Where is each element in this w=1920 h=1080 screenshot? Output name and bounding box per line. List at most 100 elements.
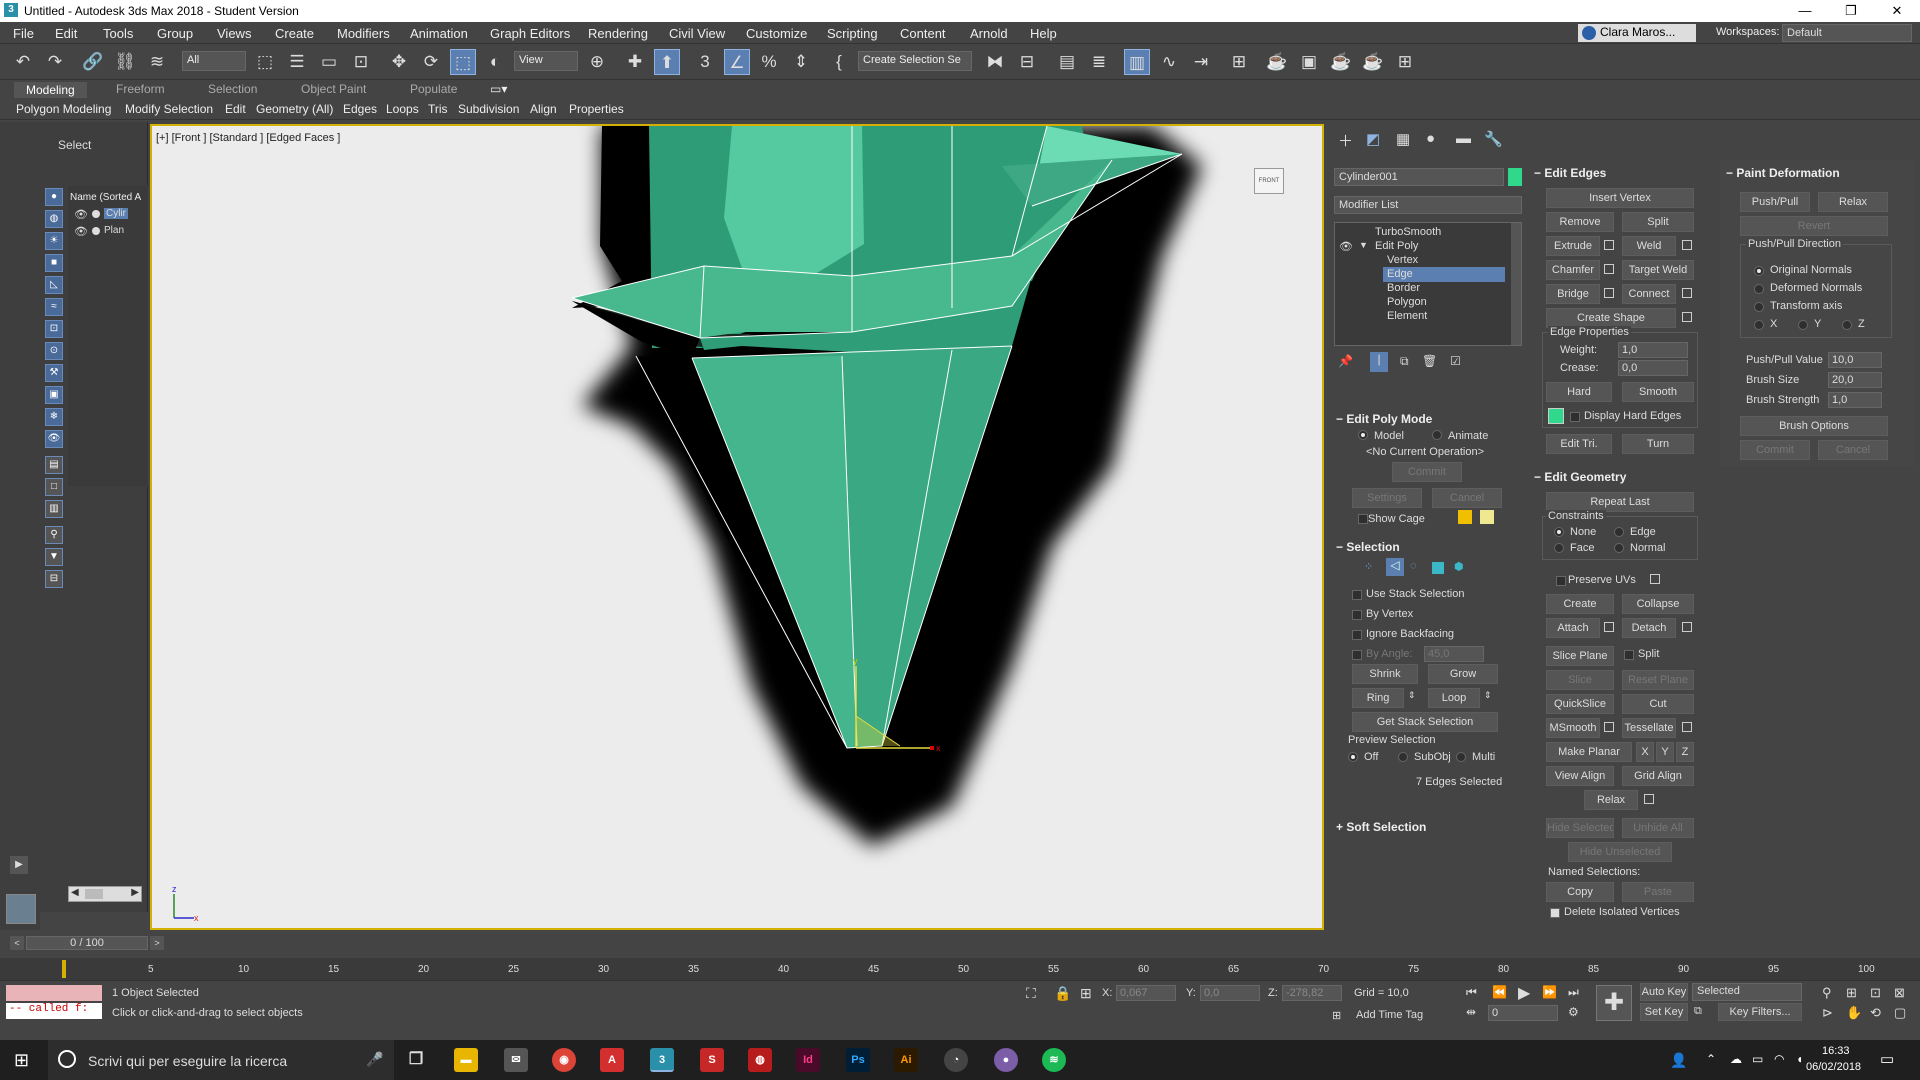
preview-off-radio[interactable] [1348, 752, 1358, 762]
visibility-eye-icon[interactable]: 👁 [74, 225, 88, 238]
z-coord-field[interactable]: -278,82 [1282, 985, 1342, 1001]
align-icon[interactable]: ⊟ [1014, 49, 1040, 75]
msmooth-button[interactable]: MSmooth [1546, 718, 1600, 738]
goto-end-icon[interactable]: ⏭ [1568, 985, 1579, 1000]
weld-settings-icon[interactable] [1682, 240, 1692, 250]
insert-vertex-button[interactable]: Insert Vertex [1546, 188, 1694, 208]
rect-selection-icon[interactable]: ▭ [316, 49, 342, 75]
scroll-thumb[interactable] [85, 889, 103, 899]
autocad-icon[interactable]: A [600, 1048, 624, 1072]
clock-time[interactable]: 16:33 [1822, 1045, 1850, 1057]
object-name-field[interactable]: Cylinder001 [1334, 168, 1504, 186]
create-button[interactable]: Create [1546, 594, 1614, 614]
expand-icon[interactable]: ▶ [10, 856, 28, 874]
windows-start-icon[interactable]: ⊞ [14, 1050, 34, 1070]
object-color-swatch[interactable] [1508, 168, 1522, 186]
modifier-list-dropdown[interactable]: Modifier List [1334, 196, 1522, 214]
filter-hidden-icon[interactable]: 👁 [45, 430, 63, 448]
select-by-name-icon[interactable]: ☰ [284, 49, 310, 75]
reference-coord-dropdown[interactable]: View [514, 51, 578, 71]
scroll-right-icon[interactable]: ▶ [131, 887, 139, 898]
animate-radio[interactable] [1432, 430, 1442, 440]
constraint-none-radio[interactable] [1554, 527, 1564, 537]
battery-icon[interactable]: ▭ [1752, 1052, 1763, 1066]
paint-deformation-header[interactable]: − Paint Deformation [1726, 166, 1840, 180]
target-weld-button[interactable]: Target Weld [1622, 260, 1694, 280]
filter-helpers-icon[interactable]: ◺ [45, 276, 63, 294]
set-key-button[interactable]: Set Key [1640, 1003, 1688, 1021]
detach-button[interactable]: Detach [1622, 618, 1676, 638]
find-icon[interactable]: ⚲ [45, 526, 63, 544]
tab-freeform[interactable]: Freeform [116, 82, 165, 96]
extrude-settings-icon[interactable] [1604, 240, 1614, 250]
ribbon-options-icon[interactable]: ▭▾ [490, 82, 507, 96]
filter-lights-icon[interactable]: ☀ [45, 232, 63, 250]
edit-tri-button[interactable]: Edit Tri. [1546, 434, 1612, 454]
curve-editor-icon[interactable]: ∿ [1156, 49, 1182, 75]
volume-icon[interactable]: ◖ [1796, 1052, 1803, 1066]
scroll-left-icon[interactable]: ◀ [71, 887, 79, 898]
notification-icon[interactable]: ▭ [1880, 1050, 1894, 1068]
onedrive-icon[interactable]: ☁ [1730, 1052, 1742, 1066]
hard-edge-color-swatch[interactable] [1548, 408, 1564, 424]
display-all-icon[interactable]: ▤ [45, 456, 63, 474]
lock-selection-icon[interactable]: 🔒 [1054, 985, 1071, 1002]
menu-edit[interactable]: Edit [55, 26, 77, 41]
zoom-extents-icon[interactable]: ⊡ [1870, 985, 1881, 1001]
y-coord-field[interactable]: 0,0 [1200, 985, 1260, 1001]
stack-scrollbar[interactable] [1511, 223, 1521, 345]
ribbon-geometry-all[interactable]: Geometry (All) [256, 102, 333, 116]
msmooth-settings-icon[interactable] [1604, 722, 1614, 732]
loop-spinner-icon[interactable]: ⇕ [1484, 690, 1492, 701]
menu-help[interactable]: Help [1030, 26, 1057, 41]
tab-selection[interactable]: Selection [208, 82, 257, 96]
connect-settings-icon[interactable] [1682, 288, 1692, 298]
filter-geometry-icon[interactable]: ● [45, 188, 63, 206]
quickslice-button[interactable]: QuickSlice [1546, 694, 1614, 714]
get-stack-selection-button[interactable]: Get Stack Selection [1352, 712, 1498, 732]
stack-element[interactable]: Element [1387, 310, 1427, 322]
edge-mode-icon[interactable]: ◁ [1386, 558, 1404, 576]
next-frame-icon[interactable]: ⏩ [1542, 985, 1557, 999]
chrome-icon[interactable]: ◉ [552, 1048, 576, 1072]
taskbar-search-box[interactable]: Scrivi qui per eseguire la ricerca 🎤 [48, 1040, 394, 1080]
split-button[interactable]: Split [1622, 212, 1694, 232]
scale-icon[interactable]: ⬚ [450, 49, 476, 75]
display-tab-icon[interactable]: ▬ [1456, 130, 1471, 147]
brush-strength-spinner[interactable]: 1,0 [1828, 392, 1882, 408]
deformed-normals-radio[interactable] [1754, 284, 1764, 294]
paint-cancel-button[interactable]: Cancel [1818, 440, 1888, 460]
play-icon[interactable]: ▶ [1518, 983, 1530, 1003]
named-selection-dropdown[interactable]: Create Selection Se [858, 51, 972, 71]
viewcube[interactable]: FRONT [1254, 168, 1284, 194]
paste-button[interactable]: Paste [1622, 882, 1694, 902]
grow-button[interactable]: Grow [1428, 664, 1498, 684]
preserve-uvs-checkbox[interactable] [1556, 576, 1566, 586]
app-icon-purple[interactable]: ● [994, 1048, 1018, 1072]
unhide-all-button[interactable]: Unhide All [1622, 818, 1694, 838]
create-tab-icon[interactable]: ＋ [1338, 130, 1353, 151]
key-filters-button[interactable]: Key Filters... [1718, 1003, 1802, 1021]
bind-space-warp-icon[interactable]: ≋ [144, 49, 170, 75]
render-setup-icon[interactable]: ☕ [1264, 49, 1290, 75]
by-angle-spinner[interactable]: 45,0 [1424, 646, 1484, 662]
stack-vertex[interactable]: Vertex [1387, 254, 1418, 266]
hard-button[interactable]: Hard [1546, 382, 1612, 402]
bridge-button[interactable]: Bridge [1546, 284, 1600, 304]
layer-icon[interactable]: ⊟ [45, 570, 63, 588]
by-vertex-checkbox[interactable] [1352, 610, 1362, 620]
redo-icon[interactable]: ↷ [42, 49, 68, 75]
menu-scripting[interactable]: Scripting [827, 26, 878, 41]
maxscript-output[interactable]: -- called f: [6, 1003, 102, 1019]
menu-group[interactable]: Group [157, 26, 193, 41]
collapse-arrow-icon[interactable]: ▼ [1359, 240, 1368, 250]
create-shape-button[interactable]: Create Shape [1546, 308, 1676, 328]
menu-file[interactable]: File [13, 26, 34, 41]
border-mode-icon[interactable]: ◌ [1410, 560, 1417, 572]
ribbon-subdivision[interactable]: Subdivision [458, 102, 519, 116]
spotify-icon[interactable]: ≋ [1042, 1048, 1066, 1072]
rendered-frame-icon[interactable]: ▣ [1296, 49, 1322, 75]
orbit-icon[interactable]: ⟲ [1870, 1005, 1881, 1021]
motion-tab-icon[interactable]: ● [1426, 130, 1435, 147]
hide-unselected-button[interactable]: Hide Unselected [1568, 842, 1672, 862]
